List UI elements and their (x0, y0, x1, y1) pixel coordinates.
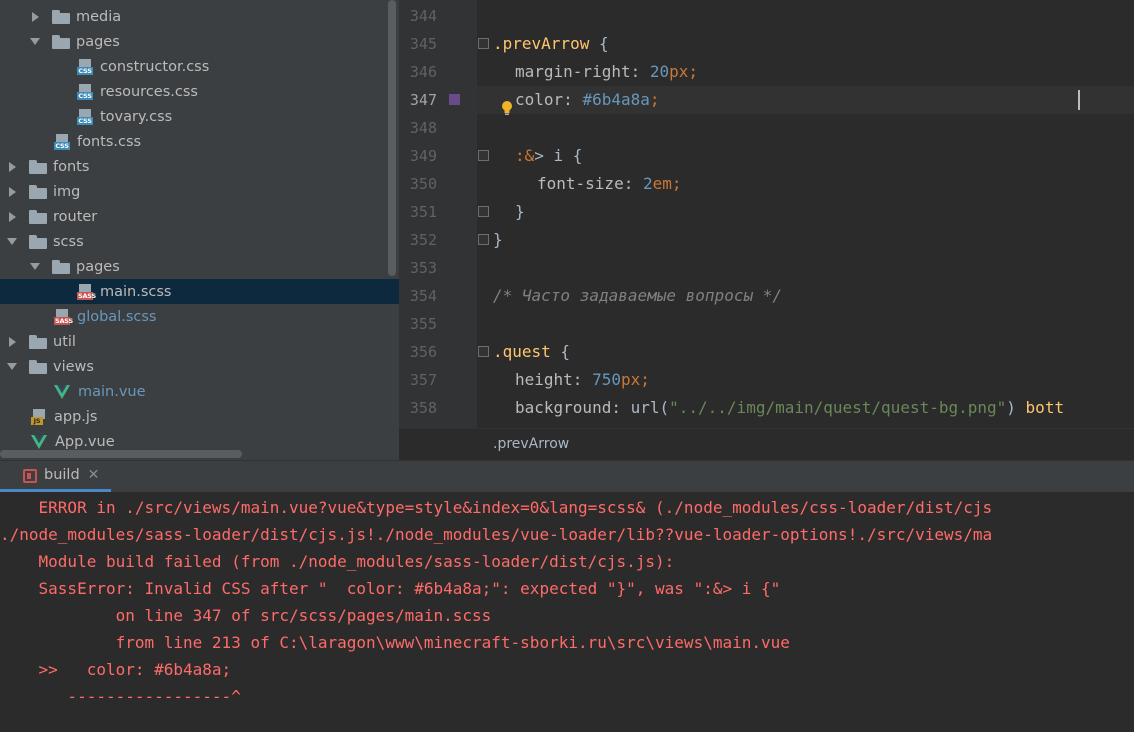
folder-icon (29, 184, 47, 199)
console-line: ./node_modules/sass-loader/dist/cjs.js!.… (0, 525, 993, 544)
chevron-down-icon[interactable] (7, 363, 17, 370)
css-file-icon: CSS (77, 58, 93, 75)
tree-item-tovary-css[interactable]: CSS tovary.css (0, 104, 387, 129)
fold-marker-icon[interactable] (478, 234, 489, 245)
vue-icon (31, 434, 47, 449)
project-tree: media pages CSS constructor.css CSS reso… (0, 0, 399, 460)
chevron-right-icon[interactable] (9, 211, 16, 222)
chevron-right-icon[interactable] (32, 11, 39, 22)
console-line: from line 213 of C:\laragon\www\minecraf… (0, 633, 790, 652)
build-tool-window: build ✕ ERROR in ./src/views/main.vue?vu… (0, 460, 1134, 732)
code-line-351: } (515, 202, 525, 221)
code-line-349: :&> i { (515, 146, 583, 165)
line-number: 358 (409, 399, 437, 417)
line-number: 348 (409, 119, 437, 137)
line-number: 353 (409, 259, 437, 277)
color-swatch[interactable] (449, 94, 460, 105)
code-line-358: background: url("../../img/main/quest/qu… (515, 398, 1065, 417)
tree-item-app-js[interactable]: JS app.js (0, 404, 387, 429)
line-number: 354 (409, 287, 437, 305)
build-icon (23, 469, 37, 483)
tree-item-util[interactable]: util (0, 329, 387, 354)
console-line: Module build failed (from ./node_modules… (0, 552, 675, 571)
folder-icon (29, 234, 47, 249)
code-line-346: margin-right: 20px; (515, 62, 699, 81)
tree-item-media[interactable]: media (0, 4, 387, 29)
line-number-current: 347 (409, 91, 437, 109)
line-number: 349 (409, 147, 437, 165)
fold-marker-icon[interactable] (478, 206, 489, 217)
tree-item-main-scss[interactable]: SASS main.scss (0, 279, 399, 304)
build-console-output[interactable]: ERROR in ./src/views/main.vue?vue&type=s… (0, 492, 1134, 732)
tree-item-views[interactable]: views (0, 354, 387, 379)
tree-item-fonts-css[interactable]: CSS fonts.css (0, 129, 387, 154)
chevron-down-icon[interactable] (30, 263, 40, 270)
css-file-icon: CSS (77, 108, 93, 125)
line-number: 350 (409, 175, 437, 193)
tree-item-fonts[interactable]: fonts (0, 154, 387, 179)
line-number: 357 (409, 371, 437, 389)
tree-horizontal-scrollbar[interactable] (0, 450, 242, 458)
tree-item-scss-pages[interactable]: pages (0, 254, 387, 279)
folder-icon (29, 359, 47, 374)
folder-icon (52, 9, 70, 24)
tree-item-constructor-css[interactable]: CSS constructor.css (0, 54, 387, 79)
line-number: 344 (409, 7, 437, 25)
line-number: 346 (409, 63, 437, 81)
js-file-icon: JS (31, 408, 47, 425)
tree-item-resources-css[interactable]: CSS resources.css (0, 79, 387, 104)
chevron-down-icon[interactable] (7, 238, 17, 245)
console-line: ERROR in ./src/views/main.vue?vue&type=s… (0, 498, 993, 517)
sass-file-icon: SASS (77, 283, 96, 300)
console-line: >> color: #6b4a8a; (0, 660, 232, 679)
code-line-352: } (493, 230, 503, 249)
tree-item-scss[interactable]: scss (0, 229, 387, 254)
line-number: 352 (409, 231, 437, 249)
console-line: SassError: Invalid CSS after " color: #6… (0, 579, 781, 598)
tree-item-pages[interactable]: pages (0, 29, 387, 54)
vue-icon (54, 384, 70, 399)
code-line-347: color: #6b4a8a; (515, 90, 660, 109)
line-number: 351 (409, 203, 437, 221)
tab-build[interactable]: build ✕ (0, 461, 112, 492)
folder-icon (29, 209, 47, 224)
console-line: on line 347 of src/scss/pages/main.scss (0, 606, 492, 625)
editor-gutter: 344 345 346 347 348 349 350 351 352 353 … (399, 0, 477, 428)
tree-vertical-scrollbar[interactable] (388, 0, 396, 276)
close-icon[interactable]: ✕ (88, 467, 100, 483)
code-line-357: height: 750px; (515, 370, 650, 389)
css-file-icon: CSS (54, 133, 70, 150)
code-line-354: /* Часто задаваемые вопросы */ (493, 286, 782, 305)
tree-item-img[interactable]: img (0, 179, 387, 204)
chevron-down-icon[interactable] (30, 38, 40, 45)
lightbulb-icon[interactable] (500, 100, 514, 116)
build-tab-bar: build ✕ (0, 461, 1134, 492)
editor-breadcrumb[interactable]: .prevArrow (399, 428, 1134, 460)
code-line-350: font-size: 2em; (537, 174, 682, 193)
tree-item-main-vue[interactable]: main.vue (0, 379, 387, 404)
chevron-right-icon[interactable] (9, 186, 16, 197)
css-file-icon: CSS (77, 83, 93, 100)
chevron-right-icon[interactable] (9, 336, 16, 347)
fold-marker-icon[interactable] (478, 346, 489, 357)
folder-icon (52, 34, 70, 49)
fold-marker-icon[interactable] (478, 150, 489, 161)
sass-file-icon: SASS (54, 308, 73, 325)
console-line: -----------------^ (0, 687, 241, 706)
tree-item-global-scss[interactable]: SASS global.scss (0, 304, 387, 329)
text-cursor (1078, 90, 1080, 110)
tree-item-router[interactable]: router (0, 204, 387, 229)
code-line-356: .quest { (493, 342, 571, 361)
line-number: 355 (409, 315, 437, 333)
folder-icon (29, 334, 47, 349)
chevron-right-icon[interactable] (9, 161, 16, 172)
line-number: 345 (409, 35, 437, 53)
code-line-345: .prevArrow { (493, 34, 609, 53)
fold-marker-icon[interactable] (478, 38, 489, 49)
code-editor[interactable]: 344 345 346 347 348 349 350 351 352 353 … (399, 0, 1134, 428)
line-number: 356 (409, 343, 437, 361)
folder-icon (52, 259, 70, 274)
breadcrumb-item[interactable]: .prevArrow (493, 436, 569, 452)
folder-icon (29, 159, 47, 174)
